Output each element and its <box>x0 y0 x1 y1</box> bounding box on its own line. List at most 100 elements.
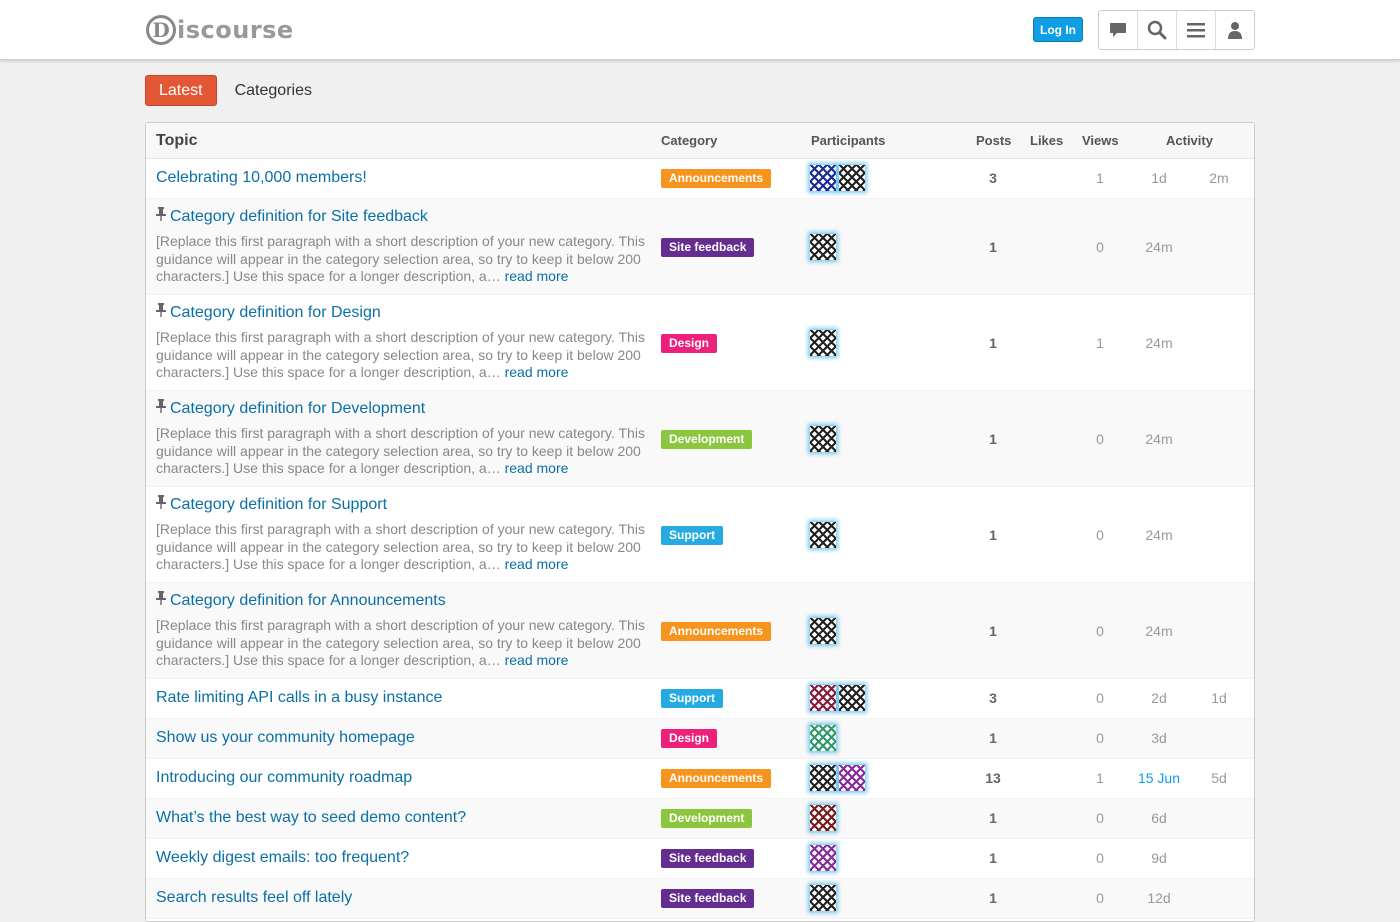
category-badge[interactable]: Support <box>661 526 723 545</box>
column-posts[interactable]: Posts <box>976 123 1011 158</box>
category-badge[interactable]: Design <box>661 729 718 748</box>
posts-count[interactable]: 1 <box>972 810 1014 826</box>
topic-title[interactable]: What’s the best way to seed demo content… <box>156 809 466 827</box>
topic-title-text: Search results feel off lately <box>156 889 353 906</box>
activity-created[interactable]: 24m <box>1130 431 1188 447</box>
activity-created[interactable]: 3d <box>1130 730 1188 746</box>
avatar[interactable] <box>839 165 865 191</box>
read-more-link[interactable]: read more <box>505 460 569 476</box>
read-more-link[interactable]: read more <box>505 268 569 284</box>
column-category[interactable]: Category <box>661 123 717 158</box>
posts-count[interactable]: 3 <box>972 690 1014 706</box>
participant-avatars <box>810 765 868 791</box>
topic-title[interactable]: Show us your community homepage <box>156 729 415 747</box>
posts-count[interactable]: 1 <box>972 730 1014 746</box>
topic-excerpt: [Replace this first paragraph with a sho… <box>156 521 656 574</box>
participant-avatars <box>810 330 839 356</box>
activity-created[interactable]: 2d <box>1130 690 1188 706</box>
activity-created[interactable]: 12d <box>1130 890 1188 906</box>
topic-row: Show us your community homepage Design 1 0 3… <box>146 719 1254 759</box>
category-badge[interactable]: Support <box>661 689 723 708</box>
activity-created[interactable]: 9d <box>1130 850 1188 866</box>
hamburger-menu-icon[interactable] <box>1177 11 1216 49</box>
discourse-logo[interactable]: D iscourse <box>146 12 294 48</box>
activity-created[interactable]: 6d <box>1130 810 1188 826</box>
activity-created[interactable]: 24m <box>1130 527 1188 543</box>
topic-title[interactable]: Weekly digest emails: too frequent? <box>156 849 409 867</box>
posts-count[interactable]: 1 <box>972 890 1014 906</box>
pin-icon <box>156 207 166 224</box>
read-more-link[interactable]: read more <box>505 364 569 380</box>
avatar[interactable] <box>810 685 836 711</box>
topic-title[interactable]: Category definition for Support <box>156 495 387 514</box>
search-icon[interactable] <box>1138 11 1177 49</box>
posts-count[interactable]: 1 <box>972 335 1014 351</box>
activity-created[interactable]: 1d <box>1130 170 1188 186</box>
topic-title[interactable]: Search results feel off lately <box>156 889 352 907</box>
avatar[interactable] <box>810 618 836 644</box>
login-button[interactable]: Log In <box>1033 17 1083 42</box>
category-badge[interactable]: Site feedback <box>661 889 755 908</box>
activity-created[interactable]: 24m <box>1130 623 1188 639</box>
column-views[interactable]: Views <box>1082 123 1119 158</box>
avatar[interactable] <box>810 522 836 548</box>
posts-count[interactable]: 1 <box>972 623 1014 639</box>
category-badge[interactable]: Announcements <box>661 622 772 641</box>
topic-title[interactable]: Category definition for Design <box>156 303 381 322</box>
read-more-link[interactable]: read more <box>505 652 569 668</box>
avatar[interactable] <box>810 885 836 911</box>
avatar[interactable] <box>810 845 836 871</box>
topic-title[interactable]: Introducing our community roadmap <box>156 769 412 787</box>
activity-created[interactable]: 15 Jun <box>1130 770 1188 786</box>
column-topic[interactable]: Topic <box>156 123 197 158</box>
category-badge[interactable]: Site feedback <box>661 238 755 257</box>
category-badge[interactable]: Site feedback <box>661 849 755 868</box>
category-badge[interactable]: Development <box>661 809 753 828</box>
user-icon[interactable] <box>1216 11 1254 49</box>
topic-row: Category definition for Support [Replace … <box>146 487 1254 583</box>
activity-created[interactable]: 24m <box>1130 239 1188 255</box>
column-activity[interactable]: Activity <box>1166 123 1213 158</box>
topic-list: Topic Category Participants Posts Likes … <box>145 122 1255 922</box>
avatar[interactable] <box>810 426 836 452</box>
posts-count[interactable]: 13 <box>972 770 1014 786</box>
pin-icon <box>156 303 166 320</box>
read-more-link[interactable]: read more <box>505 556 569 572</box>
topic-rows: Celebrating 10,000 members! Announcements… <box>146 159 1254 919</box>
topic-title[interactable]: Category definition for Development <box>156 399 425 418</box>
posts-count[interactable]: 1 <box>972 239 1014 255</box>
column-likes[interactable]: Likes <box>1030 123 1063 158</box>
category-badge[interactable]: Design <box>661 334 718 353</box>
topic-title[interactable]: Category definition for Announcements <box>156 591 446 610</box>
avatar[interactable] <box>810 330 836 356</box>
avatar[interactable] <box>810 234 836 260</box>
topic-title[interactable]: Category definition for Site feedback <box>156 207 428 226</box>
posts-count[interactable]: 1 <box>972 527 1014 543</box>
activity-last[interactable]: 5d <box>1194 770 1244 786</box>
activity-last[interactable]: 1d <box>1194 690 1244 706</box>
posts-count[interactable]: 1 <box>972 431 1014 447</box>
avatar[interactable] <box>810 725 836 751</box>
tab-categories[interactable]: Categories <box>222 75 325 106</box>
avatar[interactable] <box>810 805 836 831</box>
tab-latest[interactable]: Latest <box>145 75 217 106</box>
topic-title-text: Category definition for Support <box>170 496 388 513</box>
posts-count[interactable]: 3 <box>972 170 1014 186</box>
topic-row: Search results feel off lately Site feedb… <box>146 879 1254 919</box>
chat-icon[interactable] <box>1099 11 1138 49</box>
activity-last[interactable]: 2m <box>1194 170 1244 186</box>
avatar[interactable] <box>810 165 836 191</box>
topic-row: Category definition for Development [Repl… <box>146 391 1254 487</box>
views-count: 0 <box>1096 527 1104 543</box>
avatar[interactable] <box>839 685 865 711</box>
activity-created[interactable]: 24m <box>1130 335 1188 351</box>
category-badge[interactable]: Development <box>661 430 753 449</box>
category-badge[interactable]: Announcements <box>661 769 772 788</box>
topic-title[interactable]: Celebrating 10,000 members! <box>156 169 367 187</box>
category-badge[interactable]: Announcements <box>661 169 772 188</box>
avatar[interactable] <box>810 765 836 791</box>
avatar[interactable] <box>839 765 865 791</box>
participant-avatars <box>810 165 868 191</box>
topic-title[interactable]: Rate limiting API calls in a busy instan… <box>156 689 442 707</box>
posts-count[interactable]: 1 <box>972 850 1014 866</box>
